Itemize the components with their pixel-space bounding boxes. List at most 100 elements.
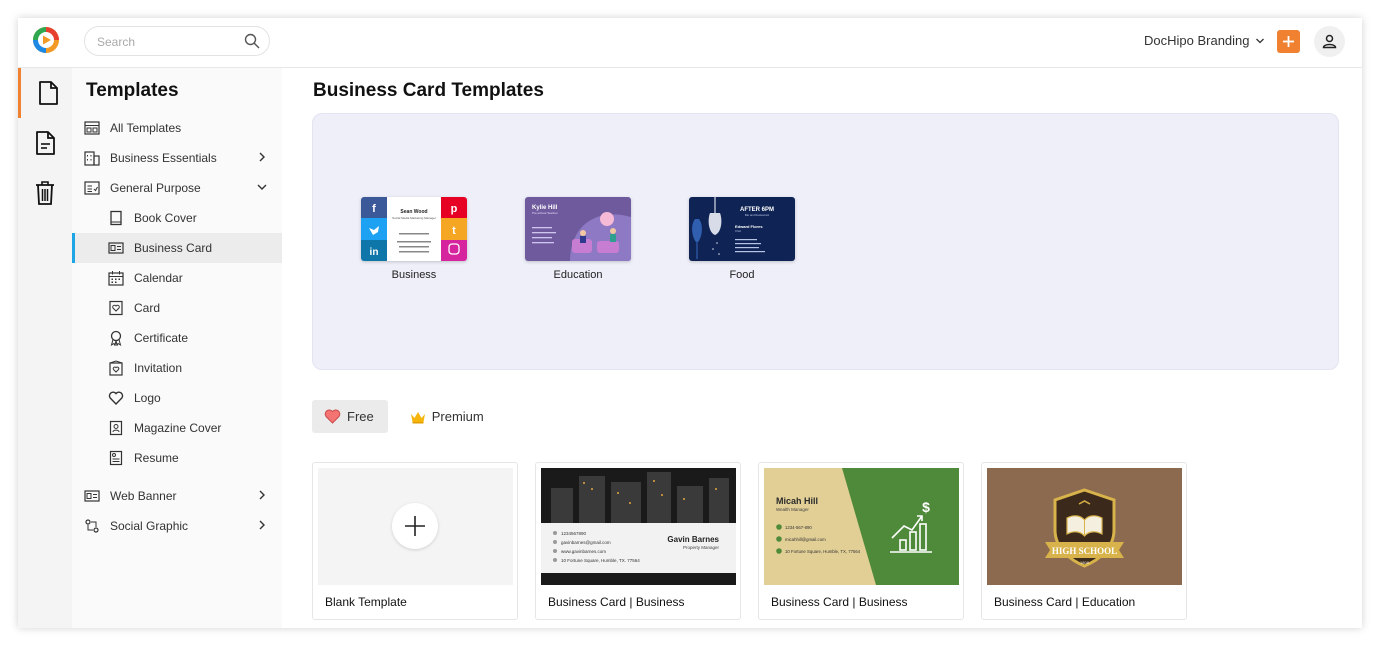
sidebar-item-invitation[interactable]: Invitation [72,353,282,383]
thumb-food-sub: Bar and Restaurant [745,213,769,217]
sidebar-item-label: Certificate [134,331,189,345]
app-window: DocHipo Branding [18,18,1362,628]
category-business[interactable]: f p t in Sean Wood Social Media Marketin… [360,197,468,281]
svg-text:in: in [370,247,379,258]
tab-label: Premium [431,409,484,424]
chevron-right-icon [259,520,265,530]
template-card-business-1[interactable]: 1234567890 gavinbarnes@gmail.com www.gav… [535,462,741,620]
id-card-icon [108,242,124,254]
rail-my-documents[interactable] [18,118,72,168]
sidebar-item-business-essentials[interactable]: Business Essentials [72,143,282,173]
tab-label: Free [347,409,374,424]
sidebar-item-book-cover[interactable]: Book Cover [72,203,282,233]
category-label: Business [391,269,437,281]
chevron-right-icon [259,152,265,162]
sidebar-item-card[interactable]: Card [72,293,282,323]
category-label: Food [729,269,755,281]
search-box[interactable] [84,26,270,56]
greeting-card-icon [109,300,123,316]
category-education[interactable]: Kylie Hill Pre-school Teacher Education [524,197,632,281]
sidebar-item-label: Social Graphic [110,519,189,533]
book-icon [110,210,122,226]
tab-free[interactable]: Free [312,400,388,433]
sidebar-item-label: Magazine Cover [134,421,222,435]
chevron-right-icon [259,490,265,500]
sidebar-item-label: Resume [134,451,179,465]
sidebar-item-business-card[interactable]: Business Card [72,233,282,263]
sidebar-item-label: Invitation [134,361,183,375]
thumb-card2-name: Gavin Barnes [667,535,719,544]
category-food[interactable]: AFTER 6PM Bar and Restaurant Edward Flor… [688,197,796,281]
trash-icon [36,181,54,205]
category-thumbnail: f p t in Sean Wood Social Media Marketin… [361,197,467,261]
calendar-icon [108,271,124,286]
thumb-food-role: Chef [735,229,741,233]
page-title: Business Card Templates [313,80,544,101]
thumb-card2-web: www.gavinbarnes.com [561,549,606,554]
general-purpose-icon [84,181,100,195]
sidebar-item-logo[interactable]: Logo [72,383,282,413]
main-content: Business Card Templates f p t in Sean Wo… [282,68,1362,628]
chevron-down-icon [257,184,267,190]
thumb-card3-phone: 1234-567-890 [785,525,812,530]
sidebar-item-general-purpose[interactable]: General Purpose [72,173,282,203]
sidebar-item-label: General Purpose [110,181,201,195]
rail-trash[interactable] [18,168,72,218]
rail-templates[interactable] [18,68,72,118]
sidebar-item-magazine-cover[interactable]: Magazine Cover [72,413,282,443]
brand-kit-label: DocHipo Branding [1144,33,1250,48]
template-title: Business Card | Business [548,595,685,609]
thumb-card3-role: Wealth Manager [776,507,809,512]
template-card-blank[interactable]: Blank Template [312,462,518,620]
dochipo-logo-icon[interactable] [32,26,60,54]
search-icon[interactable] [244,33,260,49]
sidebar-item-calendar[interactable]: Calendar [72,263,282,293]
thumb-card2-address: 10 Fortune Square, Humble, TX. 77564 [561,558,640,563]
sidebar-item-label: Logo [134,391,161,405]
pricing-filter-tabs: Free Premium [312,400,498,433]
template-title: Blank Template [325,595,407,609]
sidebar-item-social-graphic[interactable]: Social Graphic [72,511,282,541]
thumb-business-name: Sean Wood [400,209,427,215]
create-new-button[interactable] [1277,30,1300,53]
resume-icon [109,450,123,466]
plus-icon [1283,36,1294,47]
invitation-icon [109,360,123,376]
svg-text:t: t [452,225,456,237]
category-thumbnail: Kylie Hill Pre-school Teacher [525,197,631,261]
thumb-card2-role: Property Manager [683,545,720,550]
thumb-education-role: Pre-school Teacher [532,211,558,215]
category-thumbnail: AFTER 6PM Bar and Restaurant Edward Flor… [689,197,795,261]
category-nav: All Templates Business Essentials Genera… [72,113,282,541]
sidebar-item-label: Business Essentials [110,151,217,165]
sidebar-item-web-banner[interactable]: Web Banner [72,481,282,511]
sidebar-item-label: Book Cover [134,211,197,225]
plus-icon [405,516,425,536]
sidebar-item-label: Web Banner [110,489,177,503]
sidebar-item-label: Calendar [134,271,183,285]
template-card-education[interactable]: HIGH SCHOOL 1808 Business Card | Educati… [981,462,1187,620]
sidebar-item-all-templates[interactable]: All Templates [72,113,282,143]
sidebar-item-resume[interactable]: Resume [72,443,282,473]
template-card-business-2[interactable]: Micah Hill Wealth Manager 1234-567-890 m… [758,462,964,620]
template-grid: Blank Template 1234567890 gavinbarnes@gm… [312,462,1187,620]
sidebar-item-label: Card [134,301,161,315]
crown-icon [410,411,425,423]
brand-kit-dropdown[interactable]: DocHipo Branding [1144,33,1265,48]
tab-premium[interactable]: Premium [398,400,498,433]
user-avatar-button[interactable] [1314,26,1345,57]
thumb-card2-phone: 1234567890 [561,531,587,536]
chevron-down-icon [1255,38,1264,43]
document-icon [39,81,58,105]
search-input[interactable] [97,33,237,51]
templates-sidebar: Templates All Templates Business Essenti… [72,68,282,628]
page-list-icon [36,131,55,155]
sidebar-item-certificate[interactable]: Certificate [72,323,282,353]
template-title: Business Card | Education [994,595,1136,609]
template-thumbnail [318,468,513,585]
template-thumbnail: 1234567890 gavinbarnes@gmail.com www.gav… [541,468,736,585]
add-blank-button[interactable] [392,503,438,549]
thumb-card3-address: 10 Fortune Square, Humble, TX, 77564 [785,549,861,554]
category-label: Education [553,269,603,281]
thumb-business-role: Social Media Marketing Manager [392,216,436,220]
